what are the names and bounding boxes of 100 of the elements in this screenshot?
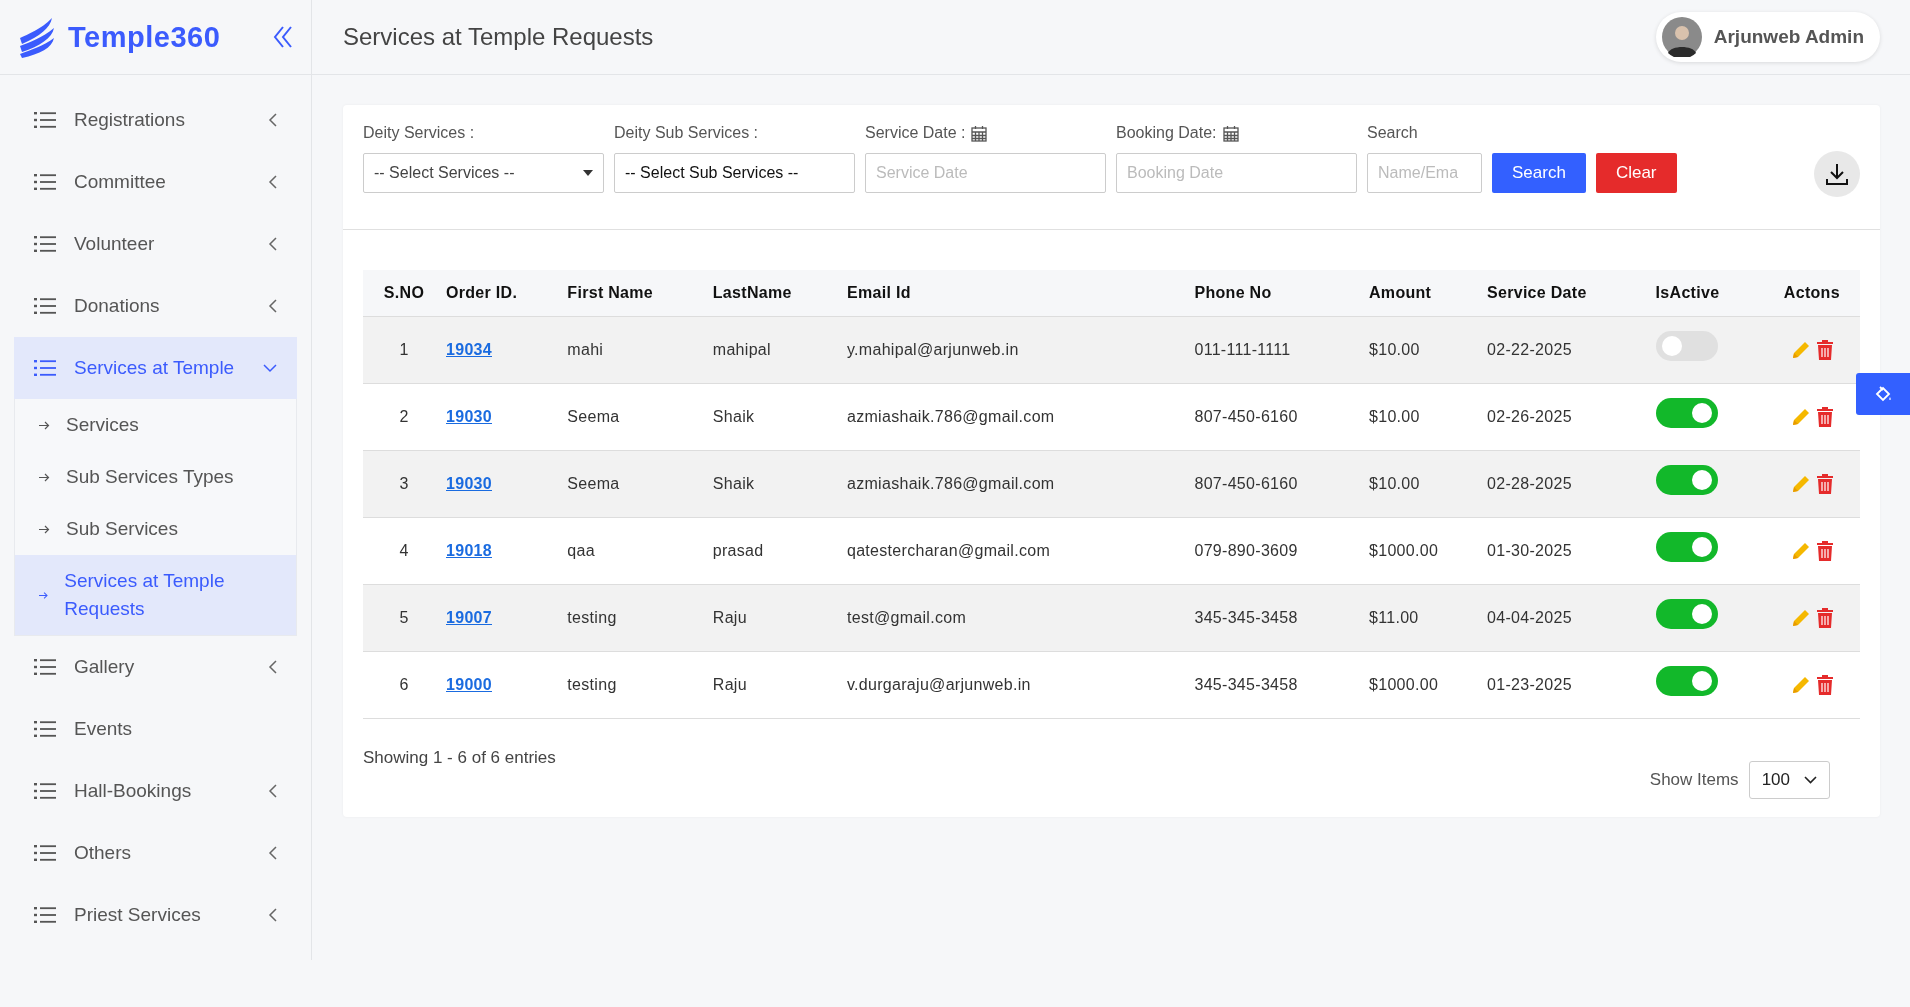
order-link[interactable]: 19000 — [446, 676, 492, 693]
clear-button[interactable]: Clear — [1595, 153, 1677, 193]
arrow-icon — [39, 524, 50, 534]
toggle-switch[interactable] — [1655, 465, 1718, 495]
table-cell: $10.00 — [1368, 383, 1486, 451]
sidebar-subitem[interactable]: Services — [15, 399, 296, 451]
order-link[interactable]: 19018 — [446, 542, 492, 559]
page-size-select[interactable]: 100 — [1748, 761, 1830, 799]
table-cell: 5 — [363, 584, 445, 652]
toggle-switch[interactable] — [1655, 666, 1718, 696]
table-cell: Shaik — [711, 450, 846, 518]
sidebar-item[interactable]: Volunteer — [14, 213, 297, 275]
search-button[interactable]: Search — [1492, 153, 1586, 193]
select-field[interactable]: -- Select Services -- — [363, 153, 604, 193]
table-cell: 02-26-2025 — [1486, 383, 1655, 451]
pencil-icon[interactable] — [1790, 675, 1811, 695]
pencil-icon[interactable] — [1790, 340, 1811, 360]
caret-icon — [583, 170, 593, 176]
table-cell: 1 — [363, 316, 445, 384]
trash-icon[interactable] — [1816, 541, 1833, 561]
sidebar-item[interactable]: Donations — [14, 275, 297, 337]
user-menu[interactable]: Arjunweb Admin — [1655, 12, 1880, 62]
list-icon — [34, 721, 56, 737]
sidebar-item[interactable]: Hall-Bookings — [14, 760, 297, 822]
sidebar-subitem[interactable]: Services at Temple Requests — [15, 555, 296, 635]
field-label: Deity Sub Services : — [614, 123, 760, 143]
toggle-switch[interactable] — [1655, 398, 1718, 428]
table-cell: mahipal — [711, 316, 846, 384]
toggle-switch[interactable] — [1655, 331, 1718, 361]
trash-icon[interactable] — [1816, 675, 1833, 695]
table-cell: 6 — [363, 651, 445, 719]
table-cell: 2 — [363, 383, 445, 451]
select-field[interactable]: -- Select Sub Services -- — [614, 153, 855, 193]
list-icon — [34, 112, 56, 128]
table-cell: $1000.00 — [1368, 651, 1486, 719]
list-icon — [34, 174, 56, 190]
page-title: Services at Temple Requests — [343, 23, 654, 51]
input-field[interactable]: Booking Date — [1116, 153, 1357, 193]
pencil-icon[interactable] — [1790, 608, 1811, 628]
table-cell: 807-450-6160 — [1193, 450, 1368, 518]
trash-icon[interactable] — [1816, 474, 1833, 494]
table-cell: 04-04-2025 — [1486, 584, 1655, 652]
brand-name: Temple360 — [68, 20, 222, 54]
trash-icon[interactable] — [1816, 340, 1833, 360]
sidebar-item[interactable]: Registrations — [14, 89, 297, 151]
order-link[interactable]: 19030 — [446, 475, 492, 492]
column-header: Service Date — [1486, 270, 1655, 317]
table-cell: qatestercharan@gmail.com — [845, 517, 1194, 585]
table-cell: azmiashaik.786@gmail.com — [845, 383, 1194, 451]
table-cell: Seema — [566, 450, 712, 518]
table-cell: testing — [566, 651, 712, 719]
list-icon — [34, 845, 56, 861]
order-link[interactable]: 19034 — [446, 341, 492, 358]
show-items-label: Show Items — [1649, 770, 1739, 790]
table-cell: mahi — [566, 316, 712, 384]
column-header: LastName — [711, 270, 846, 317]
collapse-icon[interactable] — [273, 26, 293, 48]
table-cell: prasad — [711, 517, 846, 585]
table-cell: 345-345-3458 — [1193, 584, 1368, 652]
toggle-switch[interactable] — [1655, 532, 1718, 562]
avatar-icon — [1661, 17, 1702, 57]
table-cell: $10.00 — [1368, 316, 1486, 384]
sidebar-item[interactable]: Priest Services — [14, 884, 297, 946]
sidebar-item[interactable]: Gallery — [14, 636, 297, 698]
field-label: Search — [1367, 123, 1419, 143]
trash-icon[interactable] — [1816, 407, 1833, 427]
table-cell: 079-890-3609 — [1193, 517, 1368, 585]
sidebar-item[interactable]: Committee — [14, 151, 297, 213]
sidebar-item[interactable]: Events — [14, 698, 297, 760]
field-label: Service Date : — [865, 123, 1106, 143]
table-cell: 3 — [363, 450, 445, 518]
column-header: First Name — [566, 270, 712, 317]
sidebar-subitem[interactable]: Sub Services Types — [15, 451, 296, 503]
table-cell: 345-345-3458 — [1193, 651, 1368, 719]
sidebar-item[interactable]: Others — [14, 822, 297, 884]
table-cell: Raju — [711, 584, 846, 652]
download-button[interactable] — [1814, 151, 1860, 197]
input-field[interactable]: Name/Ema — [1367, 153, 1482, 193]
sidebar-subitem[interactable]: Sub Services — [15, 503, 296, 555]
arrow-icon — [39, 590, 49, 600]
table-cell: test@gmail.com — [845, 584, 1194, 652]
table-cell: azmiashaik.786@gmail.com — [845, 450, 1194, 518]
table-cell: $1000.00 — [1368, 517, 1486, 585]
arrow-icon — [39, 472, 50, 482]
column-header: Email Id — [845, 270, 1194, 317]
table-cell: 807-450-6160 — [1193, 383, 1368, 451]
trash-icon[interactable] — [1816, 608, 1833, 628]
table-cell: Seema — [566, 383, 712, 451]
toggle-switch[interactable] — [1655, 599, 1718, 629]
input-field[interactable]: Service Date — [865, 153, 1106, 193]
arrow-icon — [39, 420, 50, 430]
pencil-icon[interactable] — [1790, 541, 1811, 561]
order-link[interactable]: 19007 — [446, 609, 492, 626]
pencil-icon[interactable] — [1790, 474, 1811, 494]
theme-button[interactable] — [1856, 373, 1910, 415]
pencil-icon[interactable] — [1790, 407, 1811, 427]
table-cell: 02-22-2025 — [1486, 316, 1655, 384]
list-icon — [34, 907, 56, 923]
sidebar-item[interactable]: Services at Temple — [14, 337, 297, 399]
order-link[interactable]: 19030 — [446, 408, 492, 425]
